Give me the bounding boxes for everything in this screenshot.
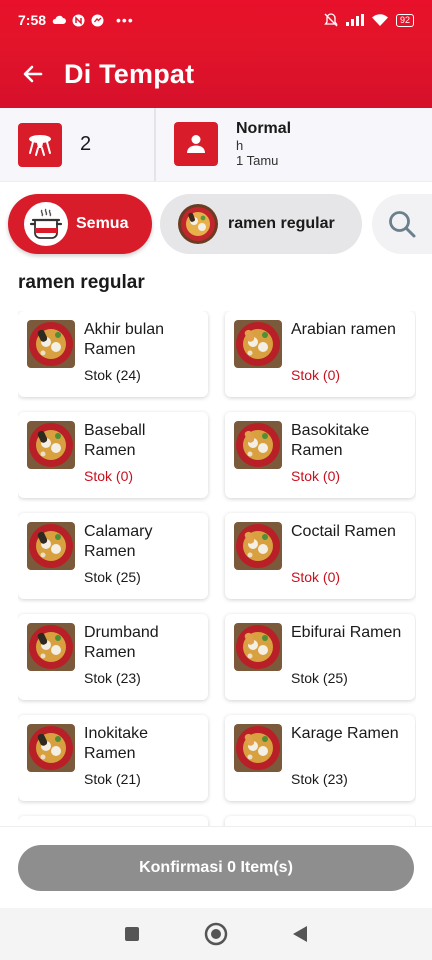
menu-item-card[interactable]: Arabian ramen Stok (0) (225, 311, 415, 397)
table-count: 2 (80, 133, 92, 155)
menu-item-stock: Stok (0) (291, 468, 341, 484)
menu-item-card[interactable]: Coctail Ramen Stok (0) (225, 513, 415, 599)
status-time: 7:58 (18, 12, 47, 28)
menu-item-stock: Stok (0) (84, 468, 134, 484)
menu-item-name: Basokitake Ramen (291, 422, 370, 459)
circle-home-icon (204, 922, 228, 946)
app-bar: Di Tempat (0, 40, 432, 108)
menu-item-name: Arabian ramen (291, 321, 396, 338)
menu-item-image (234, 522, 282, 570)
category-label: ramen regular (228, 215, 335, 232)
confirm-button[interactable]: Konfirmasi 0 Item(s) (18, 845, 414, 891)
menu-item-name: Ebifurai Ramen (291, 624, 402, 641)
menu-item-card[interactable]: Calamary Ramen Stok (25) (18, 513, 208, 599)
triangle-back-icon (293, 926, 307, 942)
menu-item-card[interactable]: Drumband Ramen Stok (23) (18, 614, 208, 700)
menu-item-stock: Stok (21) (84, 771, 141, 787)
menu-item-stock: Stok (0) (291, 367, 341, 383)
menu-item-card[interactable]: Baseball Ramen Stok (0) (18, 412, 208, 498)
category-ramen-regular[interactable]: ramen regular (160, 194, 362, 254)
category-bar: Semua ramen regular (0, 194, 432, 254)
menu-item-image (234, 320, 282, 368)
menu-item-card[interactable]: Basokitake Ramen Stok (0) (225, 412, 415, 498)
menu-item-name: Inokitake Ramen (84, 725, 149, 762)
table-icon (29, 134, 51, 156)
messenger-icon (91, 14, 104, 26)
menu-item-name: Coctail Ramen (291, 523, 396, 540)
system-back-button[interactable] (280, 914, 320, 954)
menu-item-name: Drumband Ramen (84, 624, 159, 661)
bottom-action-bar: Konfirmasi 0 Item(s) (0, 826, 432, 908)
guest-note: h (236, 137, 244, 153)
menu-item-image (27, 623, 75, 671)
menu-item-name: Akhir bulan Ramen (84, 321, 165, 358)
cloud-icon (52, 15, 67, 24)
guest-selector[interactable]: Normal h 1 Tamu (156, 120, 291, 168)
battery-icon: 92 (395, 13, 414, 27)
menu-item-image (27, 421, 75, 469)
mute-bell-icon (324, 13, 338, 27)
menu-item-card[interactable]: Inokitake Ramen Stok (21) (18, 715, 208, 801)
more-dots-icon: ••• (116, 12, 134, 28)
guest-icon-box (174, 122, 218, 167)
search-button[interactable] (372, 194, 432, 254)
table-icon-box (18, 122, 62, 167)
menu-item-image (234, 724, 282, 772)
square-recent-icon (125, 927, 139, 941)
menu-item-stock: Stok (24) (84, 367, 141, 383)
status-bar: 7:58 ••• 92 (0, 0, 432, 40)
menu-item-image (27, 522, 75, 570)
menu-item-image (27, 724, 75, 772)
menu-item-image (234, 421, 282, 469)
menu-item-name: Baseball Ramen (84, 422, 146, 459)
menu-item-image (27, 320, 75, 368)
pot-icon (29, 208, 63, 239)
menu-item-card[interactable]: Karage Ramen Stok (23) (225, 715, 415, 801)
menu-item-stock: Stok (0) (291, 569, 341, 585)
menu-item-card-partial[interactable] (18, 816, 208, 826)
person-icon (187, 135, 205, 154)
menu-item-stock: Stok (25) (84, 569, 141, 585)
category-label: Semua (76, 215, 129, 232)
menu-grid: Akhir bulan Ramen Stok (24) Arabian ramen S… (18, 311, 416, 826)
arrow-left-icon (23, 65, 43, 83)
signal-icon (345, 14, 364, 26)
guest-type: Normal (236, 120, 292, 138)
menu-item-card[interactable]: Akhir bulan Ramen Stok (24) (18, 311, 208, 397)
menu-item-image (234, 623, 282, 671)
menu-item-stock: Stok (23) (291, 771, 348, 787)
menu-item-card-partial[interactable] (225, 816, 415, 826)
category-semua[interactable]: Semua (8, 194, 152, 254)
guest-count: 1 Tamu (236, 152, 279, 168)
system-nav-bar (0, 908, 432, 960)
home-button[interactable] (196, 914, 236, 954)
page-title: Di Tempat (64, 58, 195, 89)
ramen-bowl-image (178, 204, 218, 244)
menu-item-name: Calamary Ramen (84, 523, 153, 560)
menu-item-name: Karage Ramen (291, 725, 399, 742)
menu-item-stock: Stok (23) (84, 670, 141, 686)
table-selector[interactable]: 2 (0, 108, 156, 181)
search-icon (389, 211, 416, 238)
order-info-bar: 2 Normal h 1 Tamu (0, 108, 432, 182)
section-title: ramen regular (18, 272, 145, 293)
menu-item-stock: Stok (25) (291, 670, 348, 686)
recent-apps-button[interactable] (112, 914, 152, 954)
wifi-icon (371, 14, 388, 26)
menu-item-card[interactable]: Ebifurai Ramen Stok (25) (225, 614, 415, 700)
back-button[interactable] (18, 59, 48, 89)
notification-n-icon (72, 14, 85, 26)
